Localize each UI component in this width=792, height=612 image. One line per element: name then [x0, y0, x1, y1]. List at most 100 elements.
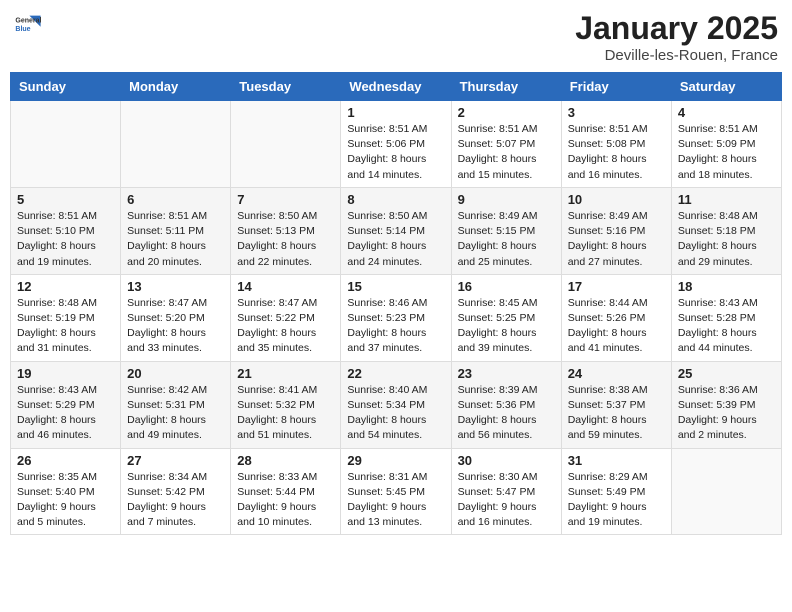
day-number: 9	[458, 192, 555, 207]
day-info: Sunrise: 8:47 AMSunset: 5:20 PMDaylight:…	[127, 296, 224, 357]
day-number: 28	[237, 453, 334, 468]
day-info: Sunrise: 8:51 AMSunset: 5:06 PMDaylight:…	[347, 122, 444, 183]
day-info: Sunrise: 8:51 AMSunset: 5:08 PMDaylight:…	[568, 122, 665, 183]
title-block: January 2025 Deville-les-Rouen, France	[575, 10, 778, 64]
day-cell: 27 Sunrise: 8:34 AMSunset: 5:42 PMDayligh…	[121, 448, 231, 535]
day-info: Sunrise: 8:35 AMSunset: 5:40 PMDaylight:…	[17, 470, 114, 531]
day-number: 22	[347, 366, 444, 381]
day-cell: 30 Sunrise: 8:30 AMSunset: 5:47 PMDayligh…	[451, 448, 561, 535]
day-info: Sunrise: 8:48 AMSunset: 5:19 PMDaylight:…	[17, 296, 114, 357]
day-info: Sunrise: 8:29 AMSunset: 5:49 PMDaylight:…	[568, 470, 665, 531]
day-cell: 9 Sunrise: 8:49 AMSunset: 5:15 PMDaylight…	[451, 187, 561, 274]
week-row-5: 26 Sunrise: 8:35 AMSunset: 5:40 PMDayligh…	[11, 448, 782, 535]
day-cell: 21Sunrise: 8:41 AMSunset: 5:32 PMDayligh…	[231, 361, 341, 448]
day-number: 4	[678, 105, 775, 120]
day-number: 15	[347, 279, 444, 294]
logo: General Blue	[14, 10, 44, 38]
day-info: Sunrise: 8:33 AMSunset: 5:44 PMDaylight:…	[237, 470, 334, 531]
week-row-2: 5 Sunrise: 8:51 AMSunset: 5:10 PMDaylight…	[11, 187, 782, 274]
day-cell: 16 Sunrise: 8:45 AMSunset: 5:25 PMDayligh…	[451, 274, 561, 361]
day-cell: 12 Sunrise: 8:48 AMSunset: 5:19 PMDayligh…	[11, 274, 121, 361]
day-cell: 19 Sunrise: 8:43 AMSunset: 5:29 PMDayligh…	[11, 361, 121, 448]
day-number: 29	[347, 453, 444, 468]
day-cell: 17Sunrise: 8:44 AMSunset: 5:26 PMDayligh…	[561, 274, 671, 361]
day-cell: 3 Sunrise: 8:51 AMSunset: 5:08 PMDaylight…	[561, 101, 671, 188]
day-number: 5	[17, 192, 114, 207]
day-cell: 15 Sunrise: 8:46 AMSunset: 5:23 PMDayligh…	[341, 274, 451, 361]
day-cell: 23 Sunrise: 8:39 AMSunset: 5:36 PMDayligh…	[451, 361, 561, 448]
day-cell: 29 Sunrise: 8:31 AMSunset: 5:45 PMDayligh…	[341, 448, 451, 535]
day-number: 23	[458, 366, 555, 381]
day-info: Sunrise: 8:50 AMSunset: 5:14 PMDaylight:…	[347, 209, 444, 270]
day-info: Sunrise: 8:50 AMSunset: 5:13 PMDaylight:…	[237, 209, 334, 270]
day-info: Sunrise: 8:36 AMSunset: 5:39 PMDaylight:…	[678, 383, 775, 444]
weekday-header-tuesday: Tuesday	[231, 73, 341, 101]
day-info: Sunrise: 8:42 AMSunset: 5:31 PMDaylight:…	[127, 383, 224, 444]
day-info: Sunrise: 8:38 AMSunset: 5:37 PMDaylight:…	[568, 383, 665, 444]
day-number: 7	[237, 192, 334, 207]
day-number: 26	[17, 453, 114, 468]
weekday-header-row: SundayMondayTuesdayWednesdayThursdayFrid…	[11, 73, 782, 101]
day-info: Sunrise: 8:40 AMSunset: 5:34 PMDaylight:…	[347, 383, 444, 444]
day-info: Sunrise: 8:34 AMSunset: 5:42 PMDaylight:…	[127, 470, 224, 531]
day-number: 31	[568, 453, 665, 468]
day-cell: 28 Sunrise: 8:33 AMSunset: 5:44 PMDayligh…	[231, 448, 341, 535]
weekday-header-saturday: Saturday	[671, 73, 781, 101]
day-number: 27	[127, 453, 224, 468]
svg-text:Blue: Blue	[15, 26, 30, 33]
weekday-header-monday: Monday	[121, 73, 231, 101]
day-number: 16	[458, 279, 555, 294]
calendar-table: SundayMondayTuesdayWednesdayThursdayFrid…	[10, 72, 782, 535]
day-cell	[671, 448, 781, 535]
day-cell: 22 Sunrise: 8:40 AMSunset: 5:34 PMDayligh…	[341, 361, 451, 448]
day-cell: 13Sunrise: 8:47 AMSunset: 5:20 PMDayligh…	[121, 274, 231, 361]
day-cell	[231, 101, 341, 188]
day-number: 14	[237, 279, 334, 294]
day-info: Sunrise: 8:51 AMSunset: 5:09 PMDaylight:…	[678, 122, 775, 183]
day-info: Sunrise: 8:49 AMSunset: 5:15 PMDaylight:…	[458, 209, 555, 270]
day-number: 1	[347, 105, 444, 120]
day-number: 8	[347, 192, 444, 207]
day-number: 3	[568, 105, 665, 120]
weekday-header-wednesday: Wednesday	[341, 73, 451, 101]
day-number: 10	[568, 192, 665, 207]
day-info: Sunrise: 8:47 AMSunset: 5:22 PMDaylight:…	[237, 296, 334, 357]
day-info: Sunrise: 8:30 AMSunset: 5:47 PMDaylight:…	[458, 470, 555, 531]
day-info: Sunrise: 8:43 AMSunset: 5:28 PMDaylight:…	[678, 296, 775, 357]
day-info: Sunrise: 8:51 AMSunset: 5:11 PMDaylight:…	[127, 209, 224, 270]
week-row-4: 19 Sunrise: 8:43 AMSunset: 5:29 PMDayligh…	[11, 361, 782, 448]
day-cell: 20Sunrise: 8:42 AMSunset: 5:31 PMDayligh…	[121, 361, 231, 448]
svg-text:General: General	[15, 18, 41, 25]
week-row-1: 1 Sunrise: 8:51 AMSunset: 5:06 PMDaylight…	[11, 101, 782, 188]
day-number: 25	[678, 366, 775, 381]
day-info: Sunrise: 8:43 AMSunset: 5:29 PMDaylight:…	[17, 383, 114, 444]
day-number: 12	[17, 279, 114, 294]
day-info: Sunrise: 8:51 AMSunset: 5:07 PMDaylight:…	[458, 122, 555, 183]
day-number: 30	[458, 453, 555, 468]
day-cell: 1 Sunrise: 8:51 AMSunset: 5:06 PMDaylight…	[341, 101, 451, 188]
day-cell: 6 Sunrise: 8:51 AMSunset: 5:11 PMDaylight…	[121, 187, 231, 274]
day-cell: 8 Sunrise: 8:50 AMSunset: 5:14 PMDaylight…	[341, 187, 451, 274]
day-cell: 26 Sunrise: 8:35 AMSunset: 5:40 PMDayligh…	[11, 448, 121, 535]
weekday-header-thursday: Thursday	[451, 73, 561, 101]
day-cell: 7 Sunrise: 8:50 AMSunset: 5:13 PMDaylight…	[231, 187, 341, 274]
day-info: Sunrise: 8:31 AMSunset: 5:45 PMDaylight:…	[347, 470, 444, 531]
day-number: 2	[458, 105, 555, 120]
day-info: Sunrise: 8:46 AMSunset: 5:23 PMDaylight:…	[347, 296, 444, 357]
day-number: 6	[127, 192, 224, 207]
day-cell: 24Sunrise: 8:38 AMSunset: 5:37 PMDayligh…	[561, 361, 671, 448]
day-cell: 5 Sunrise: 8:51 AMSunset: 5:10 PMDaylight…	[11, 187, 121, 274]
day-cell: 10Sunrise: 8:49 AMSunset: 5:16 PMDayligh…	[561, 187, 671, 274]
day-number: 21	[237, 366, 334, 381]
day-info: Sunrise: 8:48 AMSunset: 5:18 PMDaylight:…	[678, 209, 775, 270]
day-number: 19	[17, 366, 114, 381]
day-info: Sunrise: 8:51 AMSunset: 5:10 PMDaylight:…	[17, 209, 114, 270]
day-cell	[121, 101, 231, 188]
day-cell: 25 Sunrise: 8:36 AMSunset: 5:39 PMDayligh…	[671, 361, 781, 448]
day-number: 18	[678, 279, 775, 294]
day-cell: 14 Sunrise: 8:47 AMSunset: 5:22 PMDayligh…	[231, 274, 341, 361]
month-title: January 2025	[575, 10, 778, 47]
weekday-header-friday: Friday	[561, 73, 671, 101]
day-info: Sunrise: 8:39 AMSunset: 5:36 PMDaylight:…	[458, 383, 555, 444]
day-info: Sunrise: 8:45 AMSunset: 5:25 PMDaylight:…	[458, 296, 555, 357]
